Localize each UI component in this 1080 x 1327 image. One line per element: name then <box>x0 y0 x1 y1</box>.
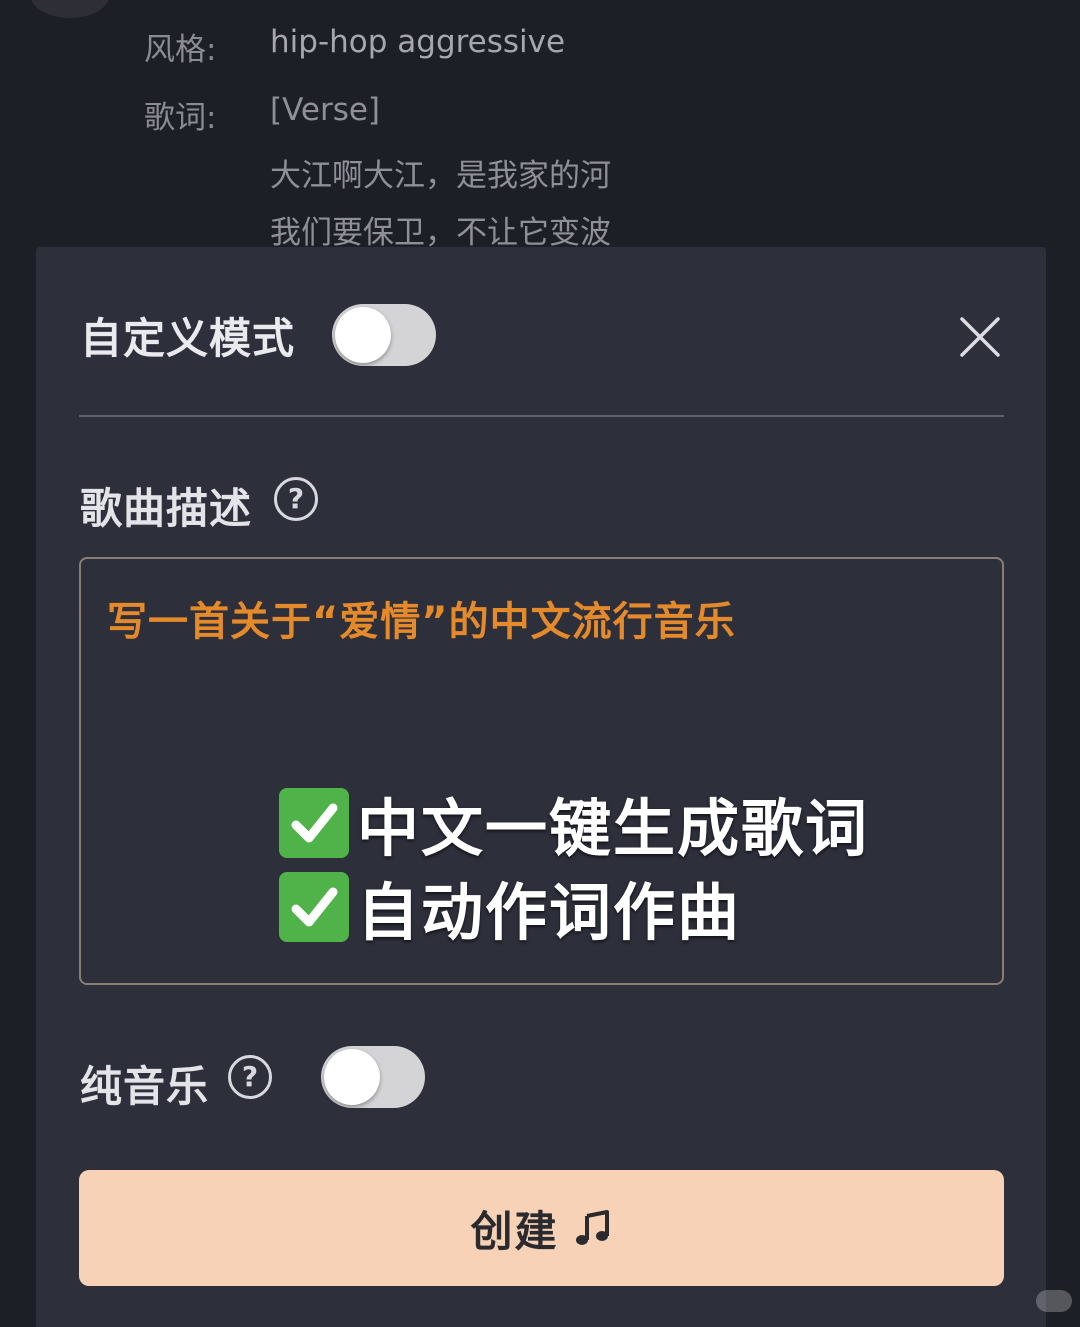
avatar <box>30 0 110 18</box>
lyrics-line: [Verse] <box>270 92 381 128</box>
create-label: 创建 <box>470 1206 559 1256</box>
feature-overlay: 中文一键生成歌词 自动作词作曲 <box>279 781 869 949</box>
check-icon <box>279 788 349 858</box>
custom-mode-toggle[interactable] <box>332 304 436 366</box>
overlay-line: 自动作词作曲 <box>357 876 742 949</box>
style-value: hip-hop aggressive <box>270 24 566 60</box>
instrumental-label: 纯音乐 <box>80 1062 210 1111</box>
help-icon[interactable]: ? <box>274 477 318 521</box>
divider <box>79 415 1004 417</box>
watermark <box>1036 1290 1072 1312</box>
lyrics-line: 我们要保卫，不让它变波 <box>270 215 611 251</box>
lyrics-label: 歌词: <box>144 100 217 136</box>
toggle-knob <box>324 1049 380 1105</box>
music-note-icon <box>575 1210 609 1245</box>
overlay-line: 中文一键生成歌词 <box>357 792 870 865</box>
check-icon <box>279 872 349 942</box>
help-icon[interactable]: ? <box>228 1055 272 1099</box>
toggle-knob <box>335 307 391 363</box>
create-button[interactable]: 创建 <box>79 1170 1004 1286</box>
lyrics-line: 大江啊大江，是我家的河 <box>270 158 611 194</box>
background-song-details: 风格: hip-hop aggressive 歌词: [Verse] 大江啊大江… <box>0 0 1080 251</box>
description-text: 写一首关于“爱情”的中文流行音乐 <box>107 599 736 645</box>
close-icon[interactable] <box>956 313 1004 361</box>
instrumental-toggle[interactable] <box>321 1046 425 1108</box>
dialog-title: 自定义模式 <box>80 314 296 363</box>
song-description-label: 歌曲描述 <box>80 484 253 533</box>
custom-mode-dialog: 自定义模式 歌曲描述 ? 写一首关于“爱情”的中文流行音乐 中文一键生成歌词 自 <box>36 247 1046 1327</box>
style-label: 风格: <box>144 32 217 68</box>
song-description-input[interactable]: 写一首关于“爱情”的中文流行音乐 中文一键生成歌词 自动作词作曲 <box>79 557 1004 985</box>
